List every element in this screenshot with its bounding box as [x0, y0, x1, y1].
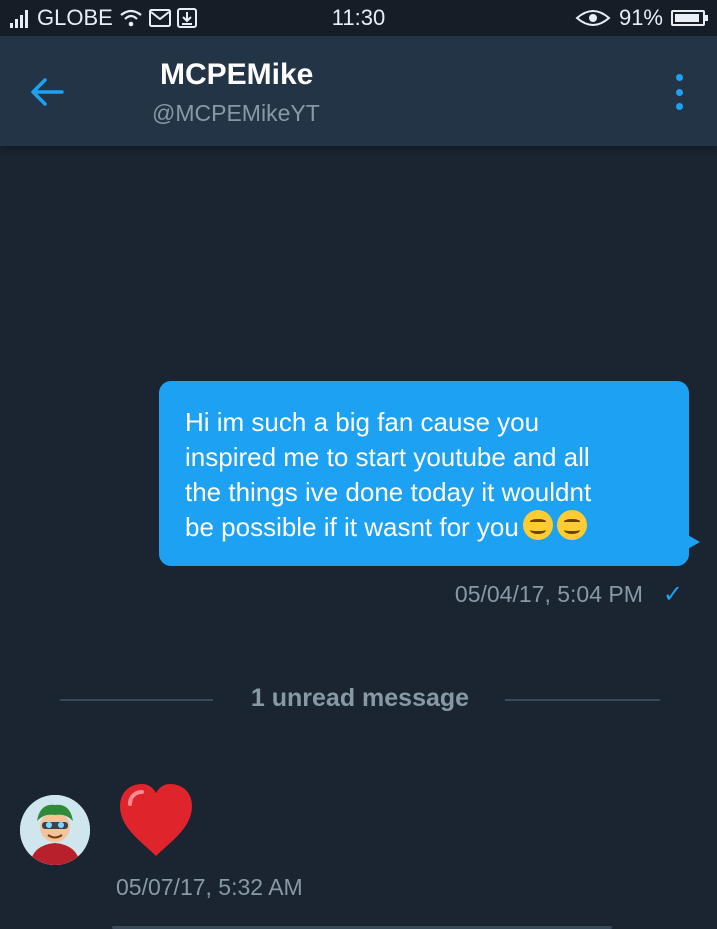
- battery-icon: [671, 10, 708, 26]
- divider-line-right: [505, 699, 660, 701]
- battery-percent: 91%: [618, 5, 663, 30]
- more-vertical-icon[interactable]: [669, 72, 689, 112]
- outgoing-message-bubble[interactable]: Hi im such a big fan cause you inspired …: [159, 381, 700, 566]
- avatar[interactable]: [20, 795, 90, 865]
- avatar-icon: [20, 795, 90, 865]
- checkmark-icon: ✓: [662, 581, 683, 608]
- unread-divider: 1 unread message: [60, 684, 660, 716]
- arrow-left-icon[interactable]: [26, 70, 70, 114]
- contact-name[interactable]: MCPEMike: [160, 58, 313, 92]
- message-line: the things ive done today it wouldnt: [185, 477, 592, 507]
- smiling-face-icon: [556, 510, 587, 540]
- message-line-with-emoji: be possible if it wasnt for you: [185, 510, 667, 545]
- eye-icon: [575, 10, 611, 26]
- conversation-header: MCPEMike @MCPEMikeYT: [0, 36, 717, 146]
- message-line: be possible if it wasnt for you: [185, 512, 519, 542]
- message-line: Hi im such a big fan cause you: [185, 407, 540, 437]
- status-bar: GLOBE 11:30 91%: [0, 0, 717, 36]
- message-line: inspired me to start youtube and all: [185, 442, 590, 472]
- incoming-message-timestamp: 05/07/17, 5:32 AM: [116, 874, 303, 900]
- contact-handle[interactable]: @MCPEMikeYT: [152, 100, 320, 127]
- message-timestamp: 05/04/17, 5:04 PM: [454, 581, 643, 607]
- status-right: 91%: [575, 5, 708, 31]
- outgoing-message-meta: 05/04/17, 5:04 PM ✓: [455, 580, 683, 609]
- red-heart-icon[interactable]: [114, 778, 198, 862]
- smiling-face-icon: [522, 510, 553, 540]
